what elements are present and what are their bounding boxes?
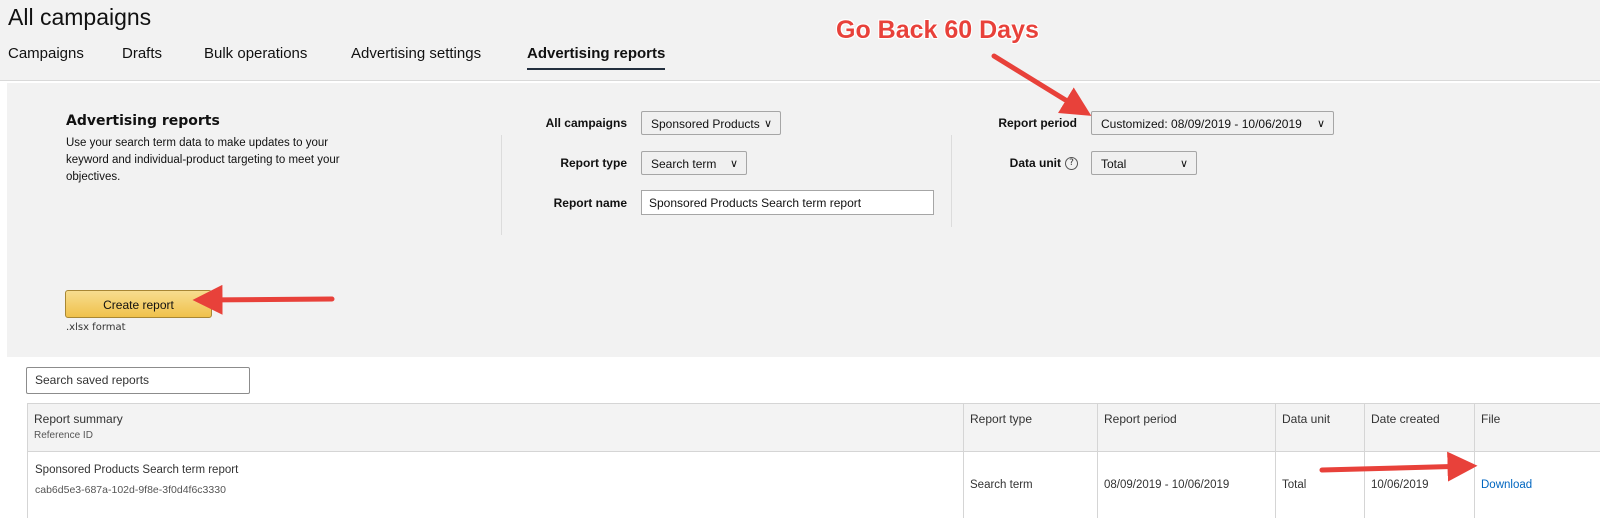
reference-id-text: cab6d5e3-687a-102d-9f8e-3f0d4f6c3330: [35, 484, 226, 496]
tab-bulk-operations[interactable]: Bulk operations: [204, 44, 307, 64]
campaign-type-select[interactable]: Sponsored Products ∨: [641, 111, 781, 135]
search-saved-reports-input[interactable]: Search saved reports: [26, 367, 250, 394]
page-title: All campaigns: [8, 4, 152, 30]
annotation-text: Go Back 60 Days: [836, 16, 1039, 44]
column-header-file: File: [1481, 412, 1501, 426]
column-header-reference-label: Reference ID: [34, 430, 93, 441]
tab-advertising-reports[interactable]: Advertising reports: [527, 44, 666, 70]
saved-reports-table: Report summary Reference ID Report type …: [27, 403, 1600, 518]
report-period-label: Report period: [998, 116, 1077, 130]
table-row: Sponsored Products Search term report ca…: [28, 452, 1600, 518]
table-header: Report summary Reference ID Report type …: [28, 404, 1600, 452]
active-tab-underline: [527, 68, 666, 70]
report-config-panel: Advertising reports Use your search term…: [7, 83, 1600, 357]
format-note: .xlsx format: [66, 322, 126, 333]
tab-advertising-reports-label: Advertising reports: [527, 45, 666, 62]
column-header-report-period: Report period: [1098, 404, 1276, 451]
top-bar: All campaigns Campaigns Drafts Bulk oper…: [0, 0, 1600, 81]
tab-campaigns[interactable]: Campaigns: [8, 44, 84, 64]
chevron-down-icon: ∨: [1316, 118, 1325, 130]
column-header-report-type: Report type: [964, 404, 1098, 451]
report-type-label: Report type: [560, 156, 627, 170]
report-name-label: Report name: [553, 196, 627, 210]
campaign-type-value: Sponsored Products: [651, 117, 760, 131]
download-link[interactable]: Download: [1481, 479, 1532, 491]
tab-advertising-settings[interactable]: Advertising settings: [351, 44, 481, 64]
divider: [951, 135, 952, 227]
cell-date-created: 10/06/2019: [1365, 452, 1475, 518]
data-unit-label: Data unit: [1009, 156, 1061, 170]
report-summary-text: Sponsored Products Search term report: [35, 464, 239, 476]
cell-data-unit: Total: [1276, 452, 1365, 518]
cell-report-period: 08/09/2019 - 10/06/2019: [1098, 452, 1276, 518]
column-header-data-unit: Data unit: [1276, 404, 1365, 451]
chevron-down-icon: ∨: [1179, 158, 1188, 170]
help-icon[interactable]: ?: [1065, 157, 1078, 170]
report-name-input[interactable]: Sponsored Products Search term report: [641, 190, 934, 215]
column-header-date-created: Date created: [1365, 404, 1475, 451]
cell-file: Download: [1475, 452, 1600, 518]
chevron-down-icon: ∨: [763, 118, 772, 130]
report-period-value: Customized: 08/09/2019 - 10/06/2019: [1101, 117, 1302, 131]
panel-title: Advertising reports: [66, 113, 220, 129]
cell-summary: Sponsored Products Search term report ca…: [28, 452, 964, 518]
panel-description: Use your search term data to make update…: [66, 137, 340, 183]
data-unit-value: Total: [1101, 157, 1127, 171]
chevron-down-icon: ∨: [729, 158, 738, 170]
campaigns-label: All campaigns: [545, 116, 627, 130]
cell-report-type: Search term: [964, 452, 1098, 518]
create-report-button[interactable]: Create report: [65, 290, 212, 318]
data-unit-select[interactable]: Total ∨: [1091, 151, 1197, 175]
report-type-select[interactable]: Search term ∨: [641, 151, 747, 175]
column-header-summary: Report summary Reference ID: [28, 404, 964, 451]
report-type-value: Search term: [651, 157, 717, 171]
divider: [501, 135, 502, 235]
tab-drafts[interactable]: Drafts: [122, 44, 162, 64]
report-period-select[interactable]: Customized: 08/09/2019 - 10/06/2019 ∨: [1091, 111, 1334, 135]
column-header-summary-label: Report summary: [34, 412, 123, 426]
